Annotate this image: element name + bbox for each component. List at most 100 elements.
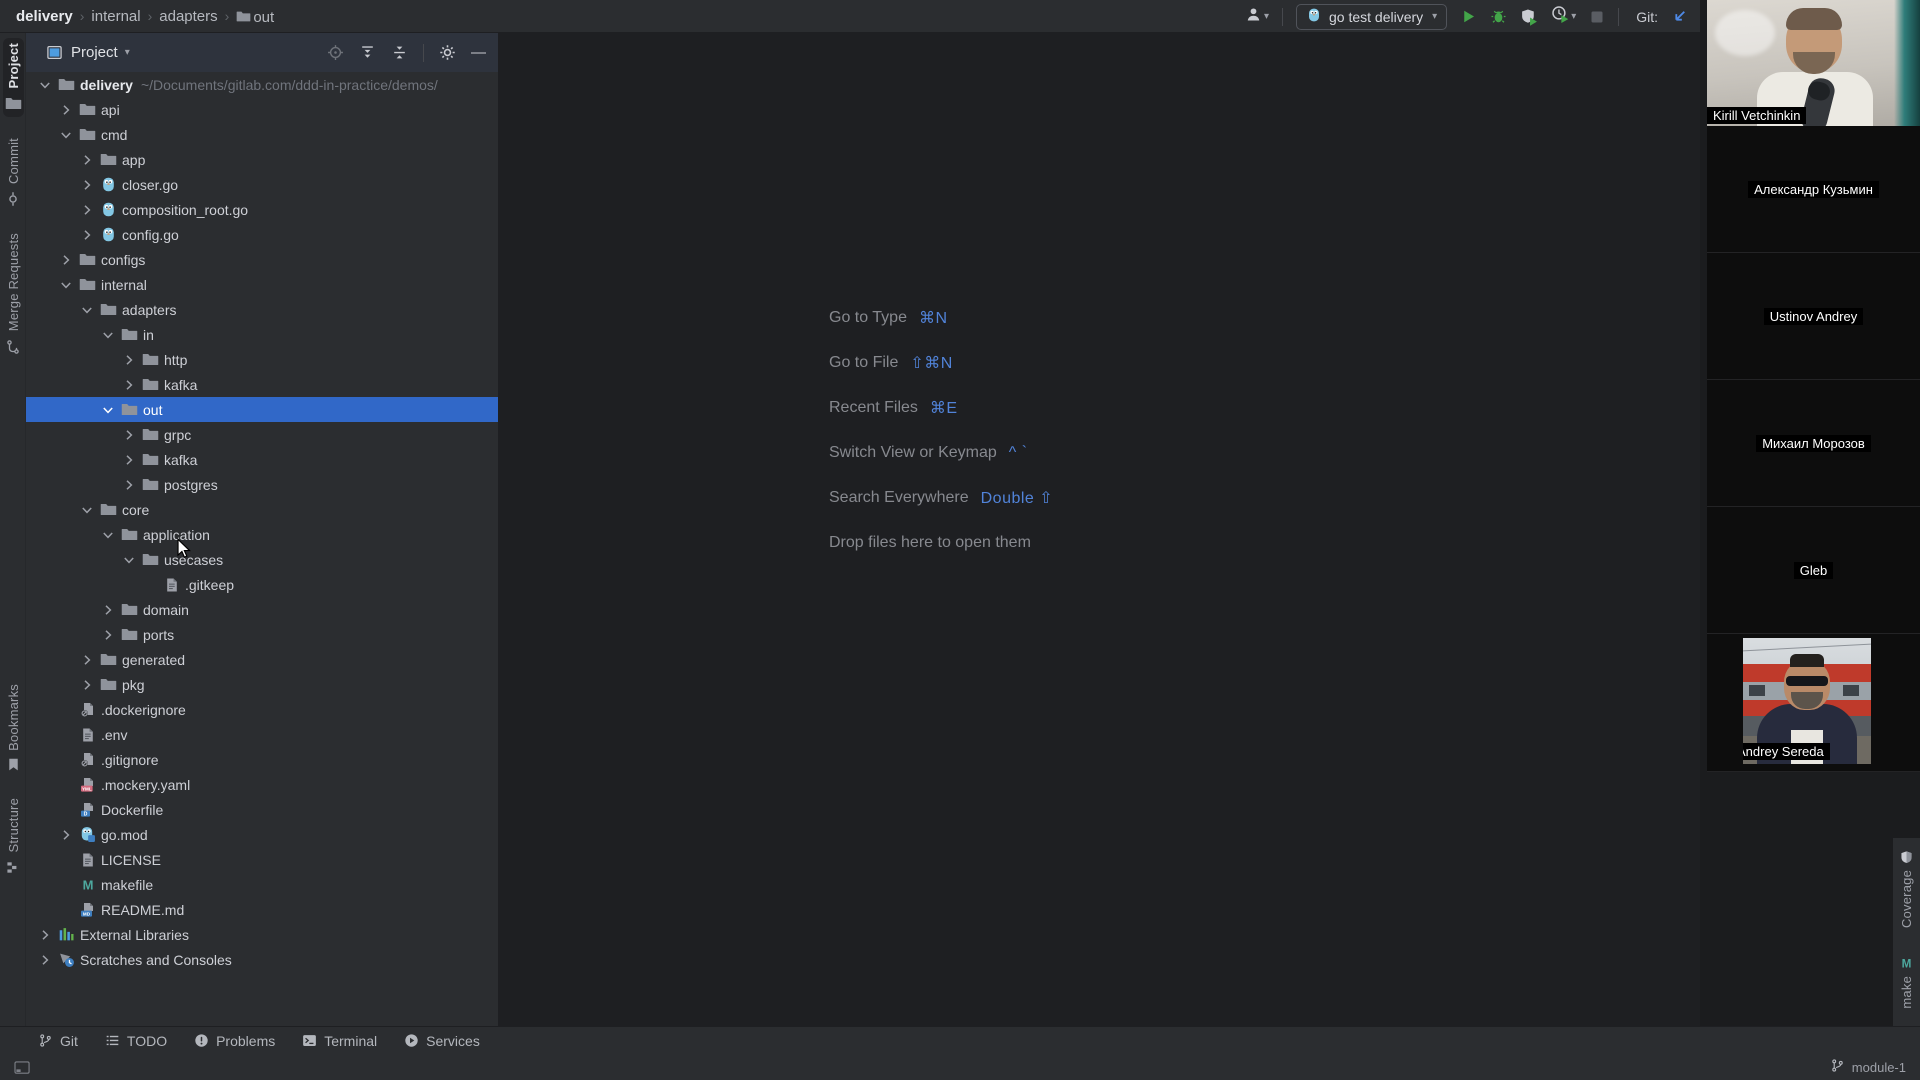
breadcrumb-item-out[interactable]: out (236, 7, 274, 26)
tree-row-kafka[interactable]: kafka (26, 372, 498, 397)
tree-row-kafka[interactable]: kafka (26, 447, 498, 472)
tree-row-generated[interactable]: generated (26, 647, 498, 672)
chevron-right-icon[interactable] (118, 452, 140, 468)
tree-row-api[interactable]: api (26, 97, 498, 122)
toolwindow-button-terminal[interactable]: Terminal (302, 1033, 377, 1049)
chevron-right-icon[interactable] (76, 652, 98, 668)
tree-row-Dockerfile[interactable]: D Dockerfile (26, 797, 498, 822)
shortcut-action: Go to File (829, 353, 899, 371)
chevron-right-icon[interactable] (76, 202, 98, 218)
profiler-button[interactable]: ▾ (1551, 5, 1576, 28)
tree-row-.gitkeep[interactable]: .gitkeep (26, 572, 498, 597)
tree-row-makefile[interactable]: Mmakefile (26, 872, 498, 897)
tree-row-closer.go[interactable]: closer.go (26, 172, 498, 197)
tree-row-composition_root.go[interactable]: composition_root.go (26, 197, 498, 222)
tree-row-http[interactable]: http (26, 347, 498, 372)
tree-row-pkg[interactable]: pkg (26, 672, 498, 697)
chevron-down-icon[interactable] (55, 127, 77, 143)
chevron-right-icon[interactable] (118, 377, 140, 393)
layout-icon[interactable] (14, 1060, 31, 1075)
stripe-item-project[interactable]: Project (2, 38, 24, 118)
stripe-item-coverage[interactable]: Coverage (1897, 845, 1916, 933)
tree-row-Scratches and Consoles[interactable]: Scratches and Consoles (26, 947, 498, 972)
tree-row-LICENSE[interactable]: LICENSE (26, 847, 498, 872)
tree-item-label: composition_root.go (122, 201, 249, 218)
run-with-coverage-button[interactable] (1520, 8, 1538, 26)
chevron-down-icon[interactable]: ▾ (125, 47, 130, 58)
expand-all-button[interactable] (359, 44, 376, 61)
tree-row-delivery[interactable]: delivery ~/Documents/gitlab.com/ddd-in-pr… (26, 72, 498, 97)
stop-button[interactable] (1589, 9, 1605, 25)
chevron-right-icon[interactable] (55, 252, 77, 268)
chevron-right-icon[interactable] (76, 152, 98, 168)
problems-icon (194, 1033, 209, 1048)
stripe-item-merge-requests[interactable]: Merge Requests (3, 228, 23, 359)
toolwindow-button-todo[interactable]: TODO (105, 1033, 167, 1049)
chevron-down-icon[interactable] (55, 277, 77, 293)
toolwindow-button-services[interactable]: Services (404, 1033, 480, 1049)
chevron-down-icon[interactable] (97, 402, 119, 418)
chevron-right-icon[interactable] (55, 827, 77, 843)
chevron-right-icon[interactable] (118, 427, 140, 443)
chevron-down-icon[interactable] (97, 327, 119, 343)
tree-row-.env[interactable]: .env (26, 722, 498, 747)
chevron-right-icon[interactable] (76, 227, 98, 243)
chevron-down-icon[interactable] (76, 302, 98, 318)
tree-row-config.go[interactable]: config.go (26, 222, 498, 247)
debug-button[interactable] (1490, 8, 1507, 25)
chevron-right-icon[interactable] (34, 927, 56, 943)
tree-row-out[interactable]: out (26, 397, 498, 422)
locate-file-button[interactable] (327, 44, 344, 61)
chevron-down-icon[interactable] (76, 502, 98, 518)
tree-row-.gitignore[interactable]: .gitignore (26, 747, 498, 772)
breadcrumb-item-internal[interactable]: internal (91, 8, 140, 25)
tree-row-app[interactable]: app (26, 147, 498, 172)
tree-row-go.mod[interactable]: go.mod (26, 822, 498, 847)
chevron-right-icon[interactable] (76, 177, 98, 193)
tree-row-cmd[interactable]: cmd (26, 122, 498, 147)
tree-row-core[interactable]: core (26, 497, 498, 522)
gear-icon[interactable] (439, 44, 456, 61)
chevron-right-icon[interactable] (55, 102, 77, 118)
tree-row-internal[interactable]: internal (26, 272, 498, 297)
tree-row-in[interactable]: in (26, 322, 498, 347)
chevron-down-icon[interactable] (118, 552, 140, 568)
stripe-item-make[interactable]: Mmake (1897, 951, 1916, 1014)
git-update-button[interactable] (1671, 8, 1688, 25)
tree-row-.dockerignore[interactable]: .dockerignore (26, 697, 498, 722)
git-branch-widget[interactable]: module-1 (1830, 1058, 1906, 1076)
tree-row-grpc[interactable]: grpc (26, 422, 498, 447)
toolwindow-button-git[interactable]: Git (38, 1033, 78, 1049)
tree-row-README.md[interactable]: MD README.md (26, 897, 498, 922)
project-window-icon (46, 44, 63, 61)
tree-row-ports[interactable]: ports (26, 622, 498, 647)
tree-row-adapters[interactable]: adapters (26, 297, 498, 322)
tree-row-.mockery.yaml[interactable]: YML .mockery.yaml (26, 772, 498, 797)
breadcrumb-item-delivery[interactable]: delivery (16, 8, 73, 25)
tree-item-label: .gitignore (101, 751, 159, 768)
chevron-right-icon[interactable] (97, 602, 119, 618)
stripe-item-structure[interactable]: Structure (4, 793, 23, 880)
tree-row-application[interactable]: application (26, 522, 498, 547)
tree-row-usecases[interactable]: usecases (26, 547, 498, 572)
chevron-right-icon[interactable] (76, 677, 98, 693)
chevron-right-icon[interactable] (118, 477, 140, 493)
stripe-item-commit[interactable]: Commit (3, 133, 23, 212)
tree-row-configs[interactable]: configs (26, 247, 498, 272)
breadcrumb-item-adapters[interactable]: adapters (159, 8, 217, 25)
toolwindow-button-problems[interactable]: Problems (194, 1033, 275, 1049)
chevron-right-icon[interactable] (118, 352, 140, 368)
chevron-down-icon[interactable] (97, 527, 119, 543)
tree-row-domain[interactable]: domain (26, 597, 498, 622)
run-configuration-select[interactable]: go test delivery ▾ (1295, 3, 1448, 30)
tree-row-postgres[interactable]: postgres (26, 472, 498, 497)
stripe-item-bookmarks[interactable]: Bookmarks (4, 679, 23, 778)
chevron-down-icon[interactable] (34, 77, 56, 93)
collapse-all-button[interactable] (391, 44, 408, 61)
chevron-right-icon[interactable] (34, 952, 56, 968)
hide-panel-button[interactable]: — (471, 45, 486, 60)
run-button[interactable] (1460, 8, 1477, 25)
chevron-right-icon[interactable] (97, 627, 119, 643)
tree-row-External Libraries[interactable]: External Libraries (26, 922, 498, 947)
user-menu-button[interactable]: ▾ (1245, 6, 1269, 28)
